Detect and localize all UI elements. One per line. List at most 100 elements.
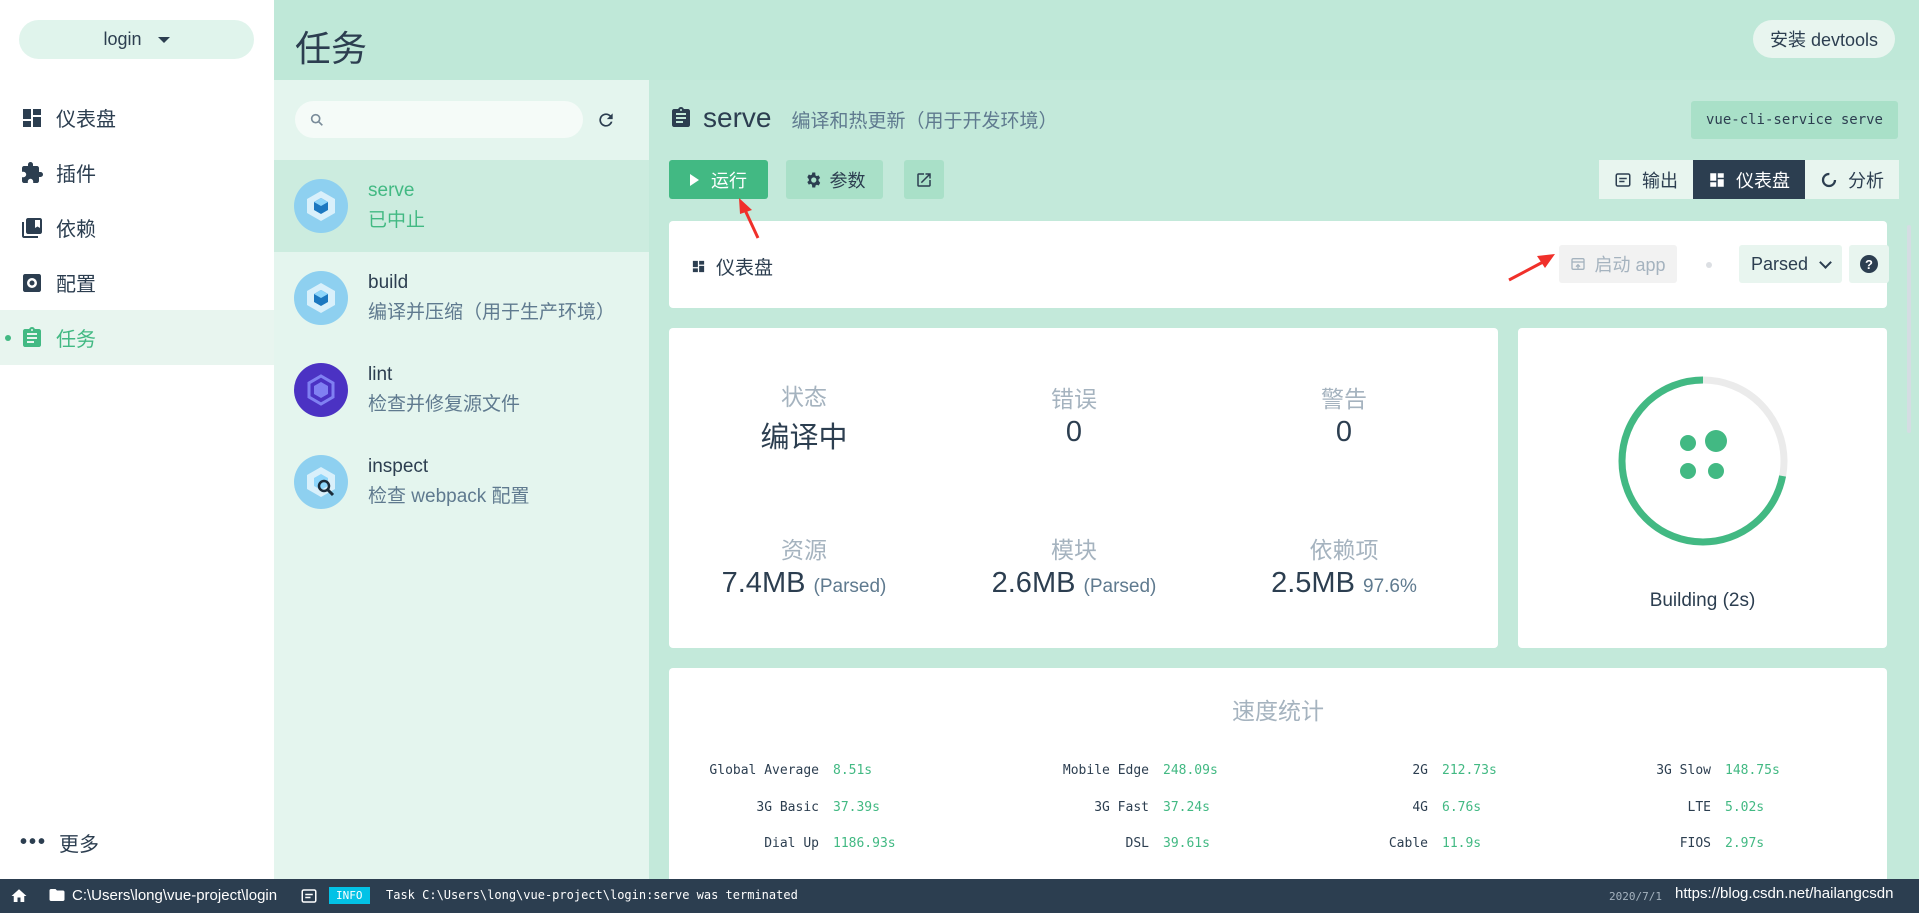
speed-stats-card: 速度统计 Global Average 8.51s Mobile Edge 248.0… [669, 668, 1887, 879]
speed-value: 148.75s [1725, 763, 1780, 778]
sidebar-item-dashboard[interactable]: 仪表盘 [0, 90, 274, 145]
speed-cell: Cable 11.9s [1278, 836, 1481, 851]
task-item-lint[interactable]: lint 检查并修复源文件 [274, 344, 649, 436]
command-badge: vue-cli-service serve [1691, 101, 1898, 139]
help-icon: ? [1860, 255, 1878, 273]
stat-errors: 错误 0 [939, 380, 1209, 449]
task-title-row: serve 编译和热更新（用于开发环境） [669, 102, 1057, 134]
task-list: serve 已中止 build 编译并压缩（用于生产环境） lint 检查并修复… [274, 80, 649, 879]
speed-cell: Mobile Edge 248.09s [999, 763, 1218, 778]
speed-value: 6.76s [1442, 800, 1482, 815]
speed-cell: 3G Slow 148.75s [1561, 763, 1780, 778]
more-button[interactable]: ••• 更多 [20, 828, 99, 857]
speed-value: 5.02s [1725, 800, 1765, 815]
tab-label: 分析 [1848, 170, 1884, 191]
speed-value: 248.09s [1163, 763, 1218, 778]
speed-value: 37.24s [1163, 800, 1210, 815]
tab-dashboard[interactable]: 仪表盘 [1693, 160, 1805, 199]
scrollbar[interactable] [1907, 225, 1911, 433]
speed-row: 3G Basic 37.39s 3G Fast 37.24s 4G 6.76s LTE 5.0… [669, 800, 1887, 820]
speed-label: Dial Up [764, 836, 819, 851]
stat-value: 2.5MB 97.6% [1209, 567, 1479, 600]
eslint-icon [294, 363, 348, 417]
sidebar-item-tasks[interactable]: 任务 [0, 310, 274, 365]
speed-row: Dial Up 1186.93s DSL 39.61s Cable 11.9s FIOS 2.… [669, 836, 1887, 856]
sidebar-item-config[interactable]: 配置 [0, 255, 274, 310]
building-dots-icon [1680, 430, 1727, 479]
stat-label: 资源 [781, 537, 827, 563]
project-selector[interactable]: login [19, 20, 254, 59]
task-detail: serve 编译和热更新（用于开发环境） vue-cli-service ser… [649, 80, 1919, 879]
sidebar: login 仪表盘 插件 依赖 配置 任务 ••• 更多 [0, 0, 274, 879]
project-path[interactable]: C:\Users\long\vue-project\login [48, 886, 277, 904]
search-input[interactable] [295, 101, 583, 138]
speed-label: 2G [1412, 763, 1428, 778]
puzzle-icon [22, 161, 43, 183]
stat-modules: 模块 2.6MB (Parsed) [939, 531, 1209, 600]
terminal-icon [1615, 172, 1631, 187]
task-name: inspect [368, 456, 429, 477]
task-name: serve [368, 180, 415, 201]
speed-cell: FIOS 2.97s [1561, 836, 1764, 851]
tab-analyze[interactable]: 分析 [1805, 160, 1899, 199]
params-label: 参数 [829, 170, 866, 191]
sidebar-item-label: 依赖 [56, 219, 96, 241]
tab-output[interactable]: 输出 [1599, 160, 1693, 199]
stat-number: 2.5MB [1271, 567, 1355, 599]
stat-unit: (Parsed) [813, 576, 887, 597]
stat-status: 状态 编译中 [669, 378, 939, 456]
stat-value: 2.6MB (Parsed) [939, 567, 1209, 600]
task-subtitle: 编译和热更新（用于开发环境） [791, 111, 1058, 132]
task-item-build[interactable]: build 编译并压缩（用于生产环境） [274, 252, 649, 344]
speed-cell: LTE 5.02s [1561, 800, 1765, 815]
stat-dependencies: 依赖项 2.5MB 97.6% [1209, 531, 1479, 600]
speed-label: 3G Slow [1656, 763, 1711, 778]
speed-cell: Dial Up 1186.93s [669, 836, 895, 851]
speed-label: Mobile Edge [1062, 763, 1149, 778]
task-description: 编译并压缩（用于生产环境） [368, 302, 616, 323]
sidebar-item-dependencies[interactable]: 依赖 [0, 200, 274, 255]
speed-cell: 4G 6.76s [1278, 800, 1481, 815]
watermark: https://blog.csdn.net/hailangcsdn [1675, 885, 1894, 902]
separator-dot [1706, 262, 1712, 268]
active-indicator [5, 335, 11, 341]
speed-stats-title: 速度统计 [1232, 698, 1324, 724]
home-icon[interactable] [10, 887, 28, 905]
clipboard-icon [23, 326, 41, 347]
caret-down-icon [157, 36, 170, 43]
sidebar-item-label: 仪表盘 [56, 109, 116, 131]
run-button[interactable]: 运行 [669, 160, 768, 199]
install-devtools-button[interactable]: 安装 devtools [1752, 20, 1895, 58]
task-item-inspect[interactable]: inspect 检查 webpack 配置 [274, 436, 649, 528]
webpack-icon [294, 179, 348, 233]
log-level-badge: INFO [329, 887, 370, 904]
progress-ring [1618, 376, 1788, 546]
log-icon[interactable] [300, 887, 318, 905]
build-stats-card: 状态 编译中 错误 0 警告 0 资源 7.4MB (Parsed) 模块 2.… [669, 328, 1498, 648]
refresh-icon[interactable] [596, 110, 616, 130]
open-external-button[interactable] [904, 160, 944, 199]
dashboard-label-text: 仪表盘 [716, 258, 774, 279]
task-description: 检查并修复源文件 [368, 394, 521, 415]
sidebar-item-plugins[interactable]: 插件 [0, 145, 274, 200]
stat-label: 模块 [1051, 537, 1097, 563]
task-item-serve[interactable]: serve 已中止 [274, 160, 649, 252]
size-mode-select[interactable]: Parsed [1739, 245, 1842, 283]
sidebar-nav: 仪表盘 插件 依赖 配置 任务 [0, 90, 274, 365]
params-button[interactable]: 参数 [786, 160, 883, 199]
dashboard-label: 仪表盘 [691, 253, 773, 280]
stat-value: 7.4MB (Parsed) [669, 567, 939, 600]
launch-app-button[interactable]: 启动 app [1559, 245, 1677, 283]
settings-icon [23, 273, 41, 292]
speed-label: FIOS [1679, 836, 1711, 851]
speed-cell: 3G Basic 37.39s [669, 800, 880, 815]
help-button[interactable]: ? [1849, 245, 1889, 283]
speed-label: 4G [1412, 800, 1428, 815]
progress-label: Building (2s) [1649, 590, 1756, 611]
sidebar-item-label: 任务 [56, 329, 96, 351]
speed-value: 8.51s [833, 763, 873, 778]
speed-label: Global Average [709, 763, 819, 778]
speed-cell: Global Average 8.51s [669, 763, 872, 778]
stat-unit: (Parsed) [1083, 576, 1157, 597]
stat-assets: 资源 7.4MB (Parsed) [669, 531, 939, 600]
